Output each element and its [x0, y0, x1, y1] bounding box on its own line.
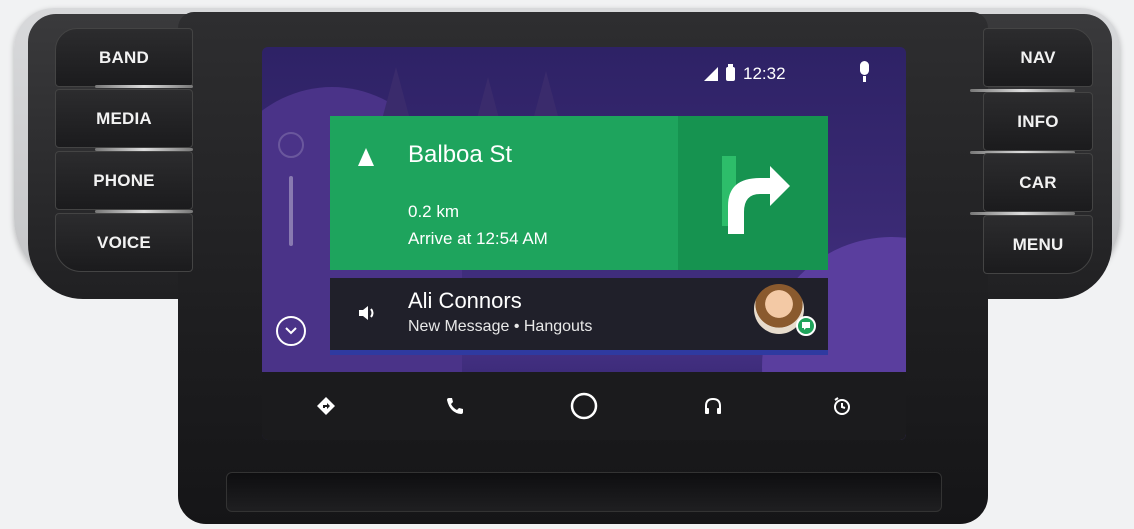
status-bar: 12:32	[704, 64, 786, 84]
bottom-nav-bar	[262, 372, 906, 440]
band-button[interactable]: BAND	[55, 28, 193, 87]
maneuver-panel	[678, 116, 828, 270]
scroll-up-icon[interactable]	[278, 132, 304, 158]
audio-button[interactable]	[693, 386, 733, 426]
headphones-icon	[704, 397, 721, 414]
direction-arrow-icon	[358, 148, 374, 166]
hangouts-icon	[796, 316, 816, 336]
phone-button[interactable]: PHONE	[55, 151, 193, 210]
navigation-icon	[317, 397, 336, 415]
signal-icon	[704, 67, 718, 81]
message-subtitle: New Message • Hangouts	[408, 318, 593, 335]
scroll-down-button[interactable]	[276, 316, 306, 346]
navigation-button[interactable]	[306, 386, 346, 426]
battery-icon	[726, 64, 735, 81]
phone-icon	[447, 398, 464, 414]
mic-icon[interactable]	[860, 61, 869, 82]
scroll-rail	[276, 132, 306, 362]
speaker-icon	[359, 306, 374, 320]
card-accent-line	[330, 350, 828, 355]
nav-button[interactable]: NAV	[983, 28, 1093, 87]
recent-icon	[833, 397, 850, 415]
recents-button[interactable]	[822, 386, 862, 426]
android-auto-screen: 12:32 Balboa St 0.2 km Arrive at 12:54 A…	[262, 47, 906, 440]
status-time: 12:32	[743, 64, 786, 83]
navigation-info: Balboa St 0.2 km Arrive at 12:54 AM	[330, 116, 678, 270]
home-icon	[570, 392, 598, 420]
arrival-time: Arrive at 12:54 AM	[408, 229, 548, 248]
voice-button[interactable]: VOICE	[55, 213, 193, 272]
phone-button[interactable]	[435, 386, 475, 426]
menu-button[interactable]: MENU	[983, 215, 1093, 274]
button-divider	[95, 85, 193, 88]
home-button[interactable]	[564, 386, 604, 426]
notification-card[interactable]: Ali Connors New Message • Hangouts	[330, 278, 828, 350]
car-button[interactable]: CAR	[983, 153, 1093, 212]
turn-right-arrow-icon	[722, 156, 790, 234]
media-button[interactable]: MEDIA	[55, 89, 193, 148]
contact-name: Ali Connors	[408, 288, 522, 313]
distance: 0.2 km	[408, 202, 460, 221]
cd-slot	[226, 472, 942, 512]
street-name: Balboa St	[408, 141, 513, 168]
scroll-indicator	[289, 176, 293, 246]
navigation-card[interactable]: Balboa St 0.2 km Arrive at 12:54 AM	[330, 116, 828, 270]
chevron-down-icon	[285, 327, 297, 335]
info-button[interactable]: INFO	[983, 92, 1093, 151]
